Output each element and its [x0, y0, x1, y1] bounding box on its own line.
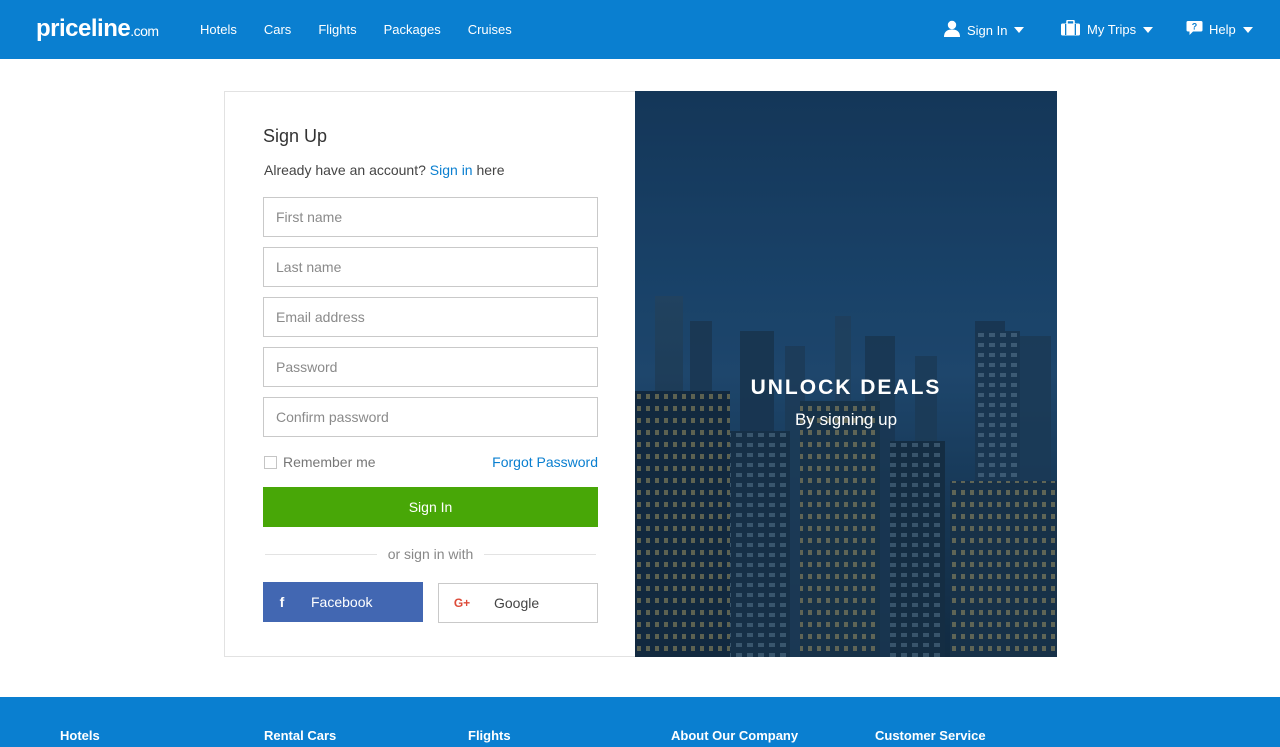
already-suffix: here	[476, 162, 505, 178]
my-trips-label: My Trips	[1087, 22, 1137, 37]
logo-suffix: .com	[130, 23, 159, 39]
footer-flights[interactable]: Flights	[468, 728, 511, 743]
nav-packages[interactable]: Packages	[384, 22, 441, 37]
user-icon	[943, 20, 961, 40]
chevron-down-icon	[1143, 26, 1154, 33]
sign-in-label: Sign In	[967, 22, 1008, 38]
signup-card: Sign Up Already have an account? Sign in…	[224, 91, 1057, 657]
forgot-password-link[interactable]: Forgot Password	[491, 454, 598, 470]
divider-line	[265, 553, 377, 555]
facebook-icon: f	[279, 594, 285, 610]
promo-title: UNLOCK DEALS	[750, 376, 942, 399]
top-navigation-bar: priceline.com Hotels Cars Flights Packag…	[0, 0, 1280, 59]
help-label: Help	[1209, 22, 1236, 37]
logo-main: priceline	[36, 15, 131, 42]
help-chat-icon: ?	[1186, 20, 1203, 39]
confirm-password-input[interactable]	[263, 397, 598, 437]
briefcase-icon	[1060, 19, 1081, 39]
or-sign-in-with-label: or sign in with	[387, 546, 474, 562]
priceline-logo[interactable]: priceline.com	[36, 15, 159, 43]
main-nav: Hotels Cars Flights Packages Cruises	[200, 22, 539, 37]
divider-line	[484, 553, 596, 555]
nav-cars[interactable]: Cars	[264, 22, 291, 37]
chevron-down-icon	[1014, 27, 1025, 33]
first-name-input[interactable]	[263, 197, 598, 237]
google-button[interactable]: G+ Google	[438, 583, 598, 623]
nav-flights[interactable]: Flights	[318, 22, 356, 37]
my-trips-menu[interactable]: My Trips	[1060, 19, 1154, 39]
footer-rental-cars[interactable]: Rental Cars	[264, 728, 336, 743]
password-input[interactable]	[263, 347, 598, 387]
already-prefix: Already have an account?	[264, 162, 426, 178]
nav-hotels[interactable]: Hotels	[200, 22, 237, 37]
remember-me[interactable]: Remember me	[264, 454, 376, 470]
facebook-label: Facebook	[311, 594, 373, 610]
nav-cruises[interactable]: Cruises	[468, 22, 512, 37]
footer-hotels[interactable]: Hotels	[60, 728, 100, 743]
sign-in-link[interactable]: Sign in	[430, 162, 473, 178]
footer: Hotels Rental Cars Flights About Our Com…	[0, 697, 1280, 747]
facebook-button[interactable]: f Facebook	[263, 582, 423, 622]
footer-about-company[interactable]: About Our Company	[671, 728, 798, 743]
or-sign-in-divider: or sign in with	[265, 546, 596, 562]
remember-me-checkbox[interactable]	[264, 455, 277, 469]
page-title: Sign Up	[263, 126, 328, 146]
email-input[interactable]	[263, 297, 598, 337]
city-skyline-image	[635, 91, 1057, 657]
last-name-input[interactable]	[263, 247, 598, 287]
chevron-down-icon	[1242, 26, 1253, 33]
footer-customer-service[interactable]: Customer Service	[875, 728, 986, 743]
signup-form: Sign Up Already have an account? Sign in…	[225, 92, 635, 656]
google-plus-icon: G+	[453, 596, 471, 610]
already-account-text: Already have an account? Sign in here	[264, 162, 505, 178]
sign-in-menu[interactable]: Sign In	[943, 20, 1025, 40]
sign-in-button[interactable]: Sign In	[263, 487, 598, 527]
google-label: Google	[494, 595, 540, 611]
help-menu[interactable]: ? Help	[1186, 20, 1253, 39]
promo-image-panel: UNLOCK DEALS By signing up	[635, 91, 1057, 657]
remember-me-label: Remember me	[283, 454, 376, 470]
svg-text:?: ?	[1192, 22, 1198, 32]
promo-subtitle: By signing up	[794, 410, 898, 429]
